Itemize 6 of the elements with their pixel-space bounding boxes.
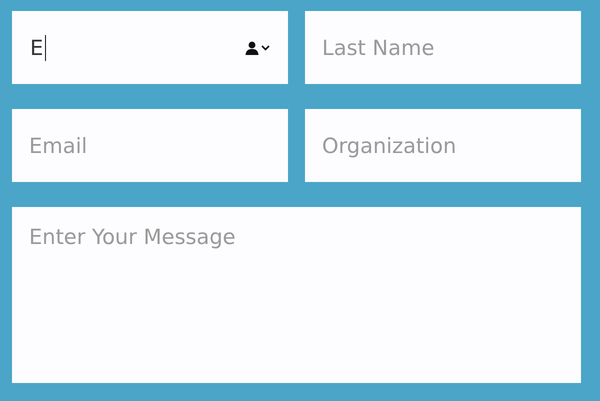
text-field[interactable]: E (12, 11, 288, 84)
text-field[interactable]: Email (12, 109, 288, 182)
message-field[interactable]: Enter Your Message (12, 207, 581, 383)
text-field[interactable]: Last Name (305, 11, 581, 84)
text-field[interactable]: Organization (305, 109, 581, 182)
person-caret-icon[interactable] (245, 40, 271, 54)
